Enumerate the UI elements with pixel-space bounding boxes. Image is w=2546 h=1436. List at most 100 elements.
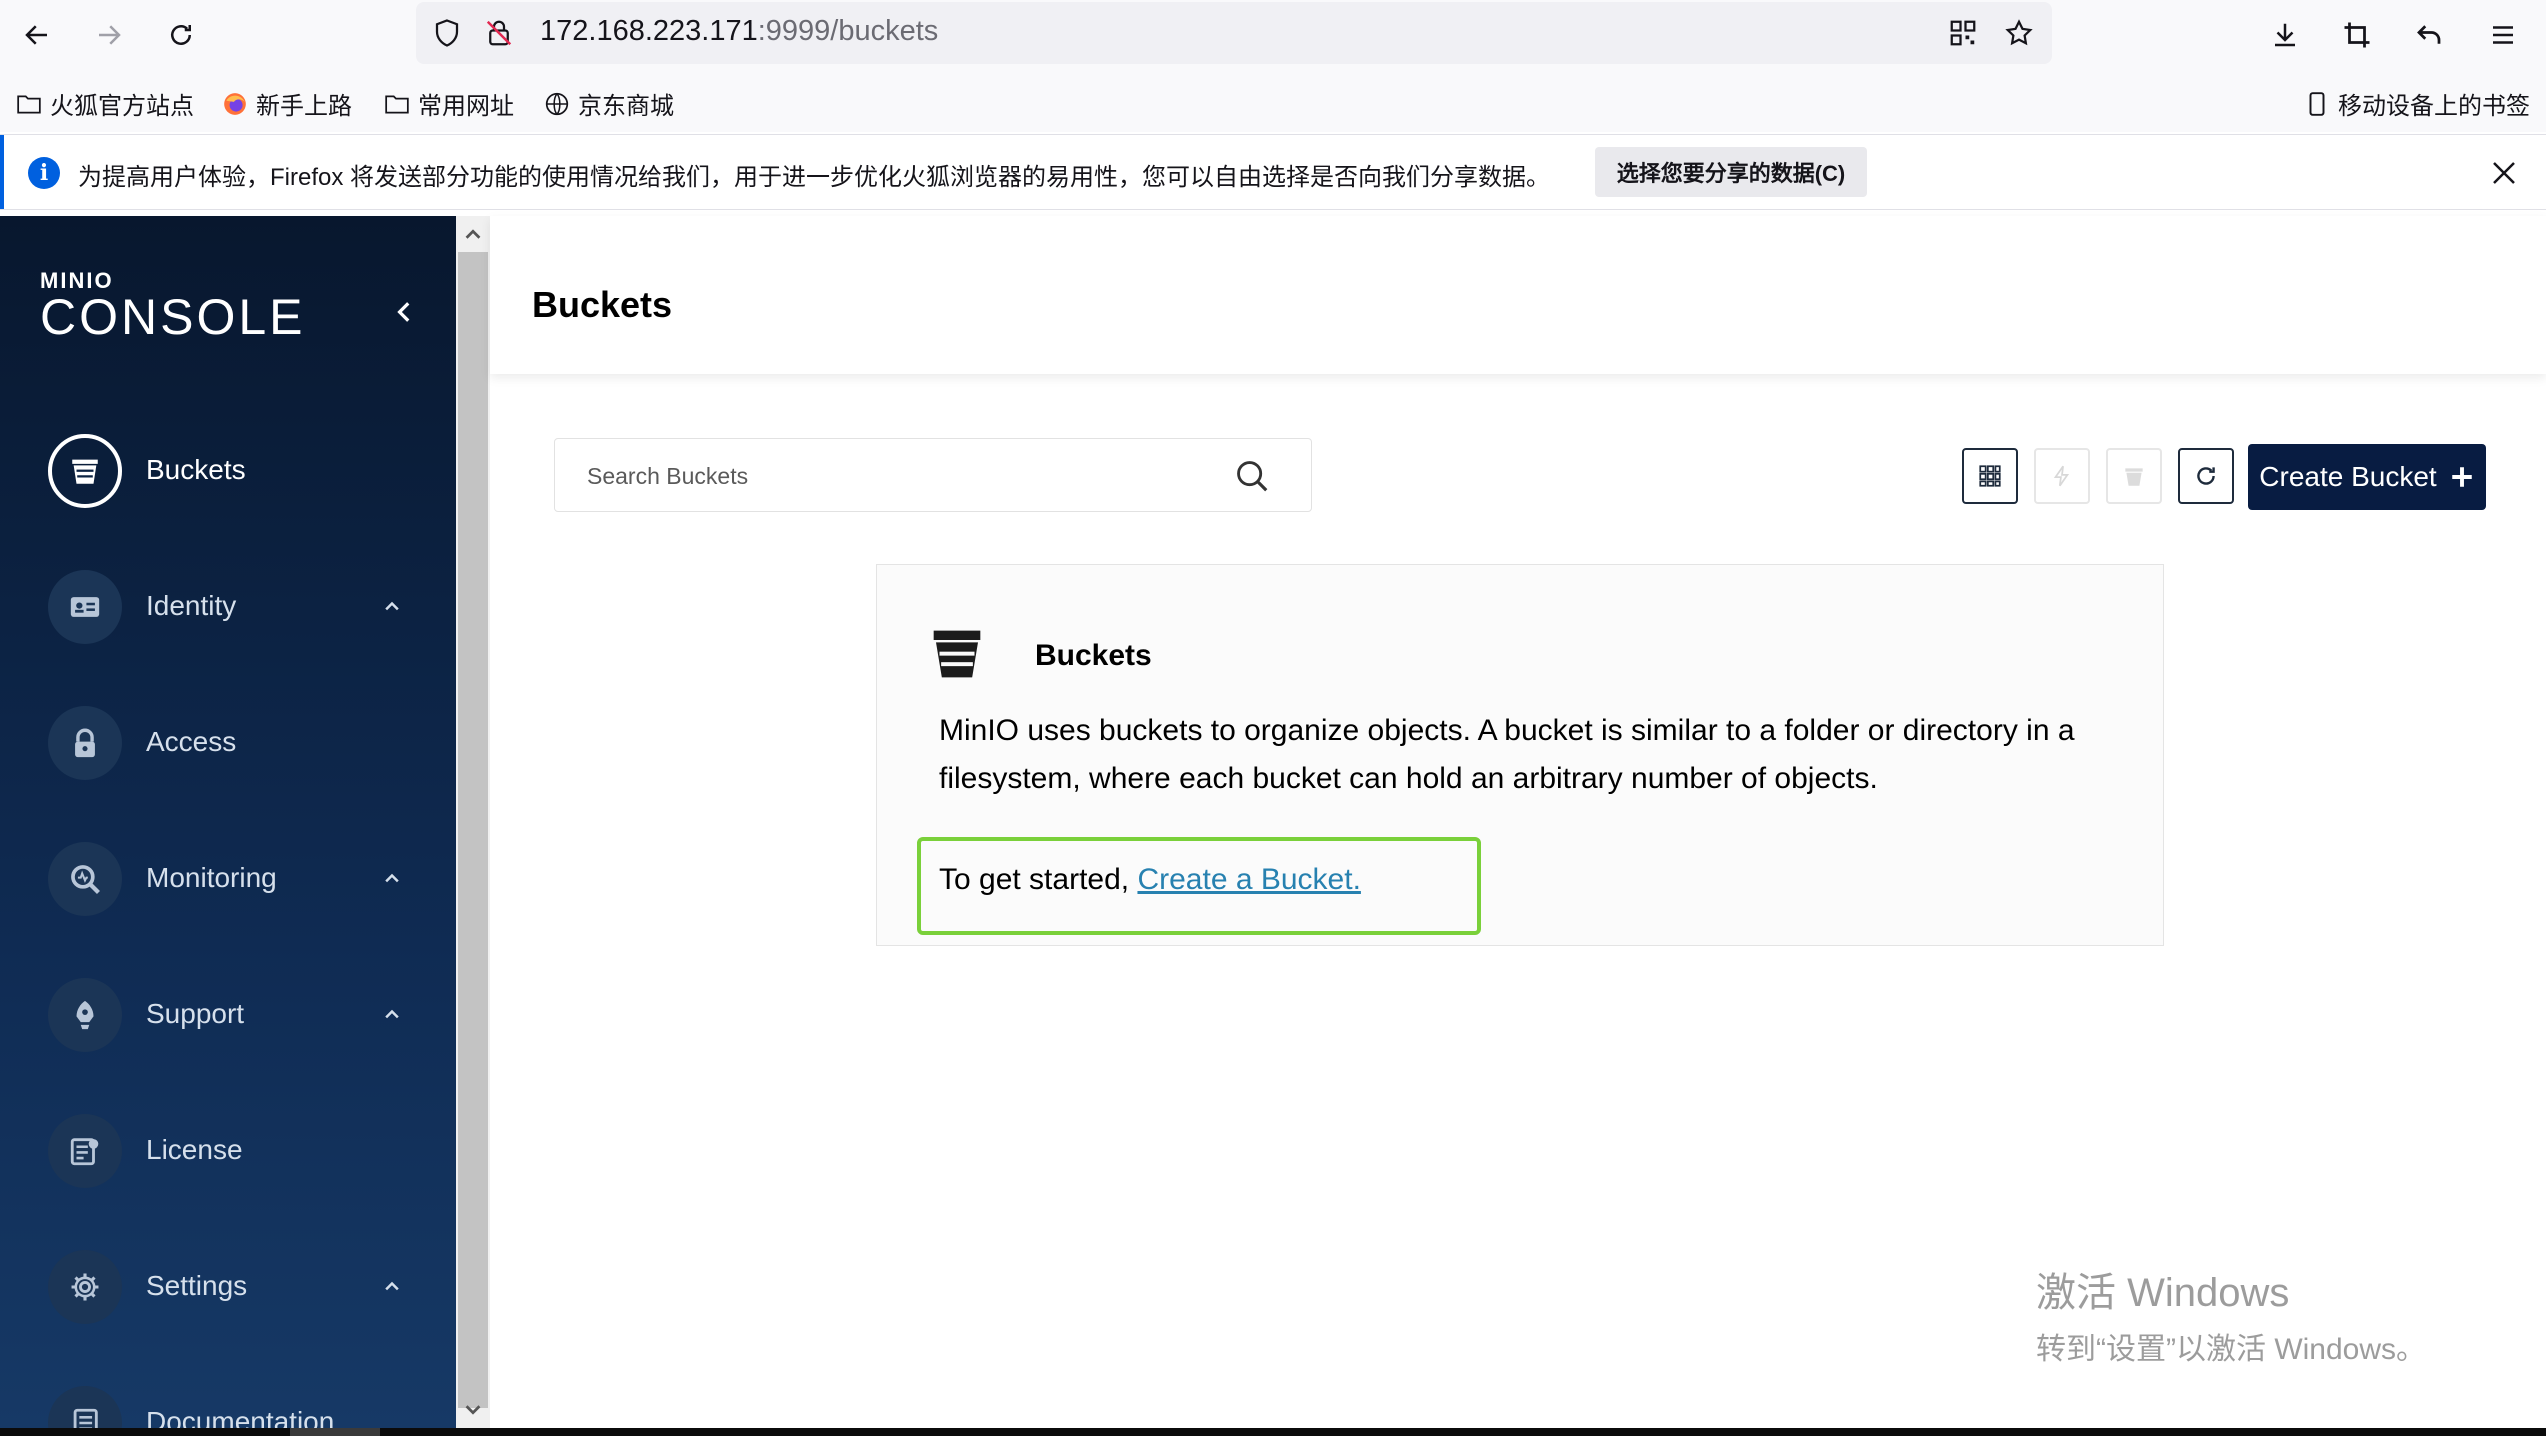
mobile-bookmarks[interactable]: 移动设备上的书签	[2304, 86, 2530, 121]
create-bucket-button[interactable]: Create Bucket	[2248, 444, 2486, 510]
telemetry-notification: i 为提高用户体验，Firefox 将发送部分功能的使用情况给我们，用于进一步优…	[0, 134, 2546, 210]
undo-button[interactable]	[2408, 14, 2450, 56]
bookmark-item[interactable]: 常用网址	[384, 86, 514, 121]
bookmark-item[interactable]: 京东商城	[544, 86, 674, 121]
document-icon	[48, 1386, 122, 1428]
hamburger-icon	[2493, 26, 2513, 44]
sidebar-item-settings[interactable]: Settings	[0, 1236, 456, 1336]
cta-prefix: To get started,	[939, 863, 1130, 896]
search-icon[interactable]	[1233, 457, 1271, 495]
sidebar-item-label: Monitoring	[146, 862, 277, 893]
create-bucket-label: Create Bucket	[2259, 461, 2437, 492]
forward-button[interactable]	[88, 14, 130, 56]
card-description: MinIO uses buckets to organize objects. …	[939, 714, 2075, 795]
chevron-up-icon	[385, 1281, 399, 1291]
logo-big: CONSOLE	[40, 289, 306, 345]
reload-button[interactable]	[160, 14, 202, 56]
close-notification-button[interactable]	[2484, 153, 2524, 193]
insecure-lock-icon[interactable]	[482, 16, 516, 50]
sidebar-item-label: Identity	[146, 590, 237, 621]
scroll-down-arrow-icon[interactable]	[462, 1398, 484, 1420]
bookmarks-bar: 火狐官方站点 新手上路 常用网址 京东商城 移动设备上的书签	[0, 68, 2546, 132]
magnifier-icon	[48, 842, 122, 916]
bottom-scrollbar	[0, 1428, 2546, 1436]
bookmark-label: 京东商城	[578, 93, 674, 120]
grid-icon	[1979, 465, 2001, 487]
set-replication-button[interactable]	[2034, 448, 2090, 504]
search-box[interactable]	[554, 438, 1312, 512]
support-icon	[48, 978, 122, 1052]
downloads-button[interactable]	[2264, 14, 2306, 56]
sidebar-item-license[interactable]: License	[0, 1100, 456, 1200]
sidebar-item-identity[interactable]: Identity	[0, 556, 456, 656]
bookmark-label: 火狐官方站点	[50, 93, 194, 120]
back-button[interactable]	[16, 14, 58, 56]
lightning-icon	[2053, 465, 2070, 487]
sidebar-item-label: License	[146, 1134, 243, 1165]
bookmark-label: 新手上路	[256, 93, 352, 120]
collapse-sidebar-button[interactable]	[390, 292, 420, 332]
scroll-up-arrow-icon[interactable]	[462, 224, 484, 246]
choose-data-button[interactable]: 选择您要分享的数据(C)	[1595, 147, 1867, 197]
sidebar-item-label: Settings	[146, 1270, 248, 1301]
sidebar: MINIO CONSOLE Buckets Identity Access Mo…	[0, 216, 456, 1428]
card-title: Buckets	[1035, 639, 1152, 672]
bucket-icon	[48, 434, 122, 508]
set-lifecycle-button[interactable]	[2106, 448, 2162, 504]
menu-button[interactable]	[2482, 14, 2524, 56]
sidebar-item-buckets[interactable]: Buckets	[0, 420, 456, 520]
refresh-icon	[2197, 467, 2215, 485]
refresh-button[interactable]	[2178, 448, 2234, 504]
lock-icon	[48, 706, 122, 780]
sidebar-item-label: Support	[146, 998, 245, 1029]
undo-arrow-icon	[2417, 25, 2441, 44]
get-started-text: To get started, Create a Bucket.	[939, 863, 1361, 897]
watermark-line1: 激活 Windows	[2036, 1271, 2290, 1315]
page-title: Buckets	[532, 284, 673, 325]
search-buckets-input[interactable]	[585, 455, 1209, 497]
notification-text: 为提高用户体验，Firefox 将发送部分功能的使用情况给我们，用于进一步优化火…	[78, 164, 1551, 191]
sidebar-item-label: Documentation	[146, 1406, 335, 1428]
plus-icon	[2451, 467, 2472, 487]
bookmark-item[interactable]: 新手上路	[222, 86, 352, 121]
qr-code-icon[interactable]	[1946, 16, 1980, 50]
page-header: Buckets	[490, 216, 2546, 374]
firefox-icon	[224, 92, 246, 115]
sidebar-item-support[interactable]: Support	[0, 964, 456, 1064]
folder-icon	[17, 95, 41, 114]
download-icon	[2275, 23, 2295, 47]
folder-icon	[385, 95, 409, 114]
sidebar-item-label: Access	[146, 726, 237, 757]
chevron-up-icon	[385, 1009, 399, 1019]
browser-toolbar: 172.168.223.171:9999/buckets	[0, 0, 2546, 68]
sidebar-scrollbar[interactable]	[456, 216, 490, 1428]
select-multiple-button[interactable]	[1962, 448, 2018, 504]
globe-icon	[545, 92, 569, 115]
close-icon	[2493, 162, 2515, 184]
bottom-scroll-thumb[interactable]	[290, 1428, 380, 1436]
minio-console-logo: MINIO CONSOLE	[40, 270, 306, 345]
sidebar-item-monitoring[interactable]: Monitoring	[0, 828, 456, 928]
reload-icon	[171, 25, 191, 45]
arrow-right-icon	[99, 25, 121, 45]
info-icon: i	[28, 157, 60, 189]
mobile-bookmarks-label: 移动设备上的书签	[2338, 93, 2530, 120]
license-icon	[48, 1114, 122, 1188]
sidebar-item-documentation[interactable]: Documentation	[0, 1372, 456, 1428]
arrow-left-icon	[25, 25, 47, 45]
url-path: :9999/buckets	[757, 15, 939, 47]
gear-icon	[48, 1250, 122, 1324]
bookmark-star-icon[interactable]	[2002, 16, 2036, 50]
watermark-line2: 转到“设置”以激活 Windows。	[2036, 1333, 2427, 1366]
shield-icon[interactable]	[430, 16, 464, 50]
bookmark-item[interactable]: 火狐官方站点	[16, 86, 194, 121]
bucket-icon	[933, 630, 981, 678]
mobile-device-icon	[2309, 91, 2325, 116]
url-text: 172.168.223.171:9999/buckets	[540, 15, 938, 48]
scroll-thumb[interactable]	[458, 252, 488, 1408]
create-a-bucket-link[interactable]: Create a Bucket.	[1137, 863, 1360, 896]
screenshot-button[interactable]	[2336, 14, 2378, 56]
url-host: 172.168.223.171	[540, 15, 758, 47]
address-bar[interactable]: 172.168.223.171:9999/buckets	[416, 2, 2052, 64]
sidebar-item-access[interactable]: Access	[0, 692, 456, 792]
